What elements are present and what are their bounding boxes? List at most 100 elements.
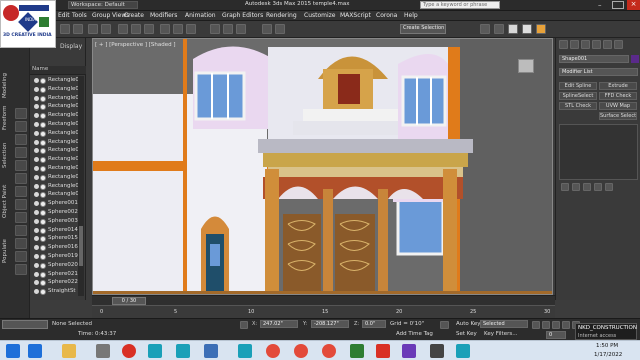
surface-select-button[interactable]: Surface Select — [599, 112, 637, 120]
visibility-icon[interactable] — [34, 210, 39, 215]
hidden-filter-icon[interactable] — [15, 264, 27, 275]
tab-object-paint[interactable]: Object Paint — [2, 173, 11, 218]
visibility-icon[interactable] — [34, 218, 39, 224]
perspective-viewport[interactable] — [92, 38, 553, 295]
menu-tools[interactable]: Tools — [72, 12, 87, 19]
containers-filter-icon[interactable] — [15, 238, 27, 249]
lights-filter-icon[interactable] — [15, 147, 27, 158]
visibility-icon[interactable] — [34, 201, 39, 207]
visibility-icon[interactable] — [34, 236, 39, 242]
visibility-icon[interactable] — [34, 262, 39, 268]
time-slider[interactable]: 0 / 30 — [92, 295, 555, 305]
schematic-icon[interactable] — [480, 24, 490, 34]
spacewarps-filter-icon[interactable] — [15, 186, 27, 197]
object-color-swatch[interactable] — [631, 55, 639, 63]
tab-selection[interactable]: Selection — [2, 133, 11, 168]
3ds-max-icon[interactable] — [148, 344, 162, 358]
uvw-map-button[interactable]: UVW Map — [599, 102, 637, 110]
close-button[interactable]: × — [627, 0, 640, 10]
visibility-icon[interactable] — [34, 104, 39, 110]
filter-icon[interactable] — [15, 108, 27, 119]
angle-snap-icon[interactable] — [223, 24, 233, 34]
xrefs-filter-icon[interactable] — [15, 212, 27, 223]
y-coordinate-field[interactable]: -208.127" — [311, 320, 349, 328]
menu-corona[interactable]: Corona — [376, 12, 397, 19]
3ds-max-3-icon[interactable] — [238, 344, 252, 358]
menu-edit[interactable]: Edit — [58, 12, 70, 19]
helpers-filter-icon[interactable] — [15, 173, 27, 184]
groups-filter-icon[interactable] — [15, 199, 27, 210]
lock-selection-icon[interactable] — [240, 321, 248, 329]
visibility-icon[interactable] — [34, 227, 39, 233]
3ds-max-2-icon[interactable] — [176, 344, 190, 358]
next-frame-icon[interactable] — [562, 321, 570, 329]
make-unique-icon[interactable] — [583, 183, 591, 191]
show-end-result-icon[interactable] — [572, 183, 580, 191]
tab-freeform[interactable]: Freeform — [2, 100, 11, 131]
menu-help[interactable]: Help — [404, 12, 418, 19]
minimize-button[interactable]: – — [598, 1, 610, 9]
key-icon[interactable] — [440, 321, 449, 329]
chrome-icon[interactable] — [266, 344, 280, 358]
snap-icon[interactable] — [210, 24, 220, 34]
visibility-icon[interactable] — [34, 148, 39, 154]
hierarchy-tab-icon[interactable] — [581, 40, 590, 49]
viewport-label[interactable]: [ + ] [Perspective ] [Shaded ] — [95, 42, 176, 48]
ffd-check-button[interactable]: FFD Check — [599, 92, 637, 100]
chrome-3-icon[interactable] — [322, 344, 336, 358]
file-explorer-icon[interactable] — [62, 344, 76, 358]
windows-start-icon[interactable] — [6, 344, 20, 358]
pin-stack-icon[interactable] — [561, 183, 569, 191]
menu-rendering[interactable]: Rendering — [266, 12, 297, 19]
go-to-start-icon[interactable] — [532, 321, 540, 329]
visibility-icon[interactable] — [34, 122, 39, 127]
visibility-icon[interactable] — [34, 86, 39, 92]
tab-populate[interactable]: Populate — [2, 223, 11, 263]
render-icon[interactable] — [536, 24, 546, 34]
modify-tab-icon[interactable] — [570, 40, 579, 49]
opera-icon[interactable] — [122, 344, 136, 358]
splineselect-button[interactable]: SplineSelect — [559, 92, 597, 100]
visibility-icon[interactable] — [34, 157, 39, 163]
menu-group[interactable]: Group — [92, 12, 110, 19]
network-notification[interactable]: NKD_CONSTRUCTION Internet access — [575, 323, 637, 340]
menu-maxscript[interactable]: MAXScript — [340, 12, 371, 19]
time-slider-thumb[interactable]: 0 / 30 — [112, 297, 146, 305]
remove-modifier-icon[interactable] — [594, 183, 602, 191]
geometry-filter-icon[interactable] — [15, 121, 27, 132]
percent-snap-icon[interactable] — [236, 24, 246, 34]
move-icon[interactable] — [160, 24, 170, 34]
display-label[interactable]: Display — [60, 43, 82, 50]
frozen-filter-icon[interactable] — [15, 251, 27, 262]
previous-frame-icon[interactable] — [542, 321, 550, 329]
visibility-icon[interactable] — [34, 166, 39, 171]
select-icon[interactable] — [118, 24, 128, 34]
align-icon[interactable] — [275, 24, 285, 34]
visibility-icon[interactable] — [34, 280, 39, 286]
play-icon[interactable] — [552, 321, 560, 329]
ie-browser-icon[interactable] — [28, 344, 42, 358]
app-icon[interactable] — [402, 344, 416, 358]
shapes-filter-icon[interactable] — [15, 134, 27, 145]
visibility-icon[interactable] — [34, 289, 39, 295]
visibility-icon[interactable] — [34, 254, 39, 259]
explorer-name-header[interactable]: Name — [30, 66, 86, 75]
visibility-icon[interactable] — [34, 192, 39, 198]
add-time-tag[interactable]: Add Time Tag — [396, 331, 433, 337]
explorer-scrollbar[interactable] — [78, 76, 84, 296]
current-frame-field[interactable]: 0 — [546, 331, 566, 339]
bones-filter-icon[interactable] — [15, 225, 27, 236]
named-selection-dropdown[interactable]: Create Selection Se — [400, 24, 446, 34]
visibility-icon[interactable] — [34, 245, 39, 251]
x-coordinate-field[interactable]: 247.02" — [260, 320, 298, 328]
rotate-icon[interactable] — [173, 24, 183, 34]
material-editor-icon[interactable] — [494, 24, 504, 34]
photoshop-icon[interactable] — [204, 344, 218, 358]
undo-icon[interactable] — [60, 24, 70, 34]
render-frame-icon[interactable] — [522, 24, 532, 34]
set-key-button[interactable]: Set Key — [456, 331, 477, 337]
edit-spline-button[interactable]: Edit Spline — [559, 82, 597, 90]
render-setup-icon[interactable] — [508, 24, 518, 34]
maxscript-listener[interactable] — [2, 320, 48, 329]
app-3-icon[interactable] — [456, 344, 470, 358]
